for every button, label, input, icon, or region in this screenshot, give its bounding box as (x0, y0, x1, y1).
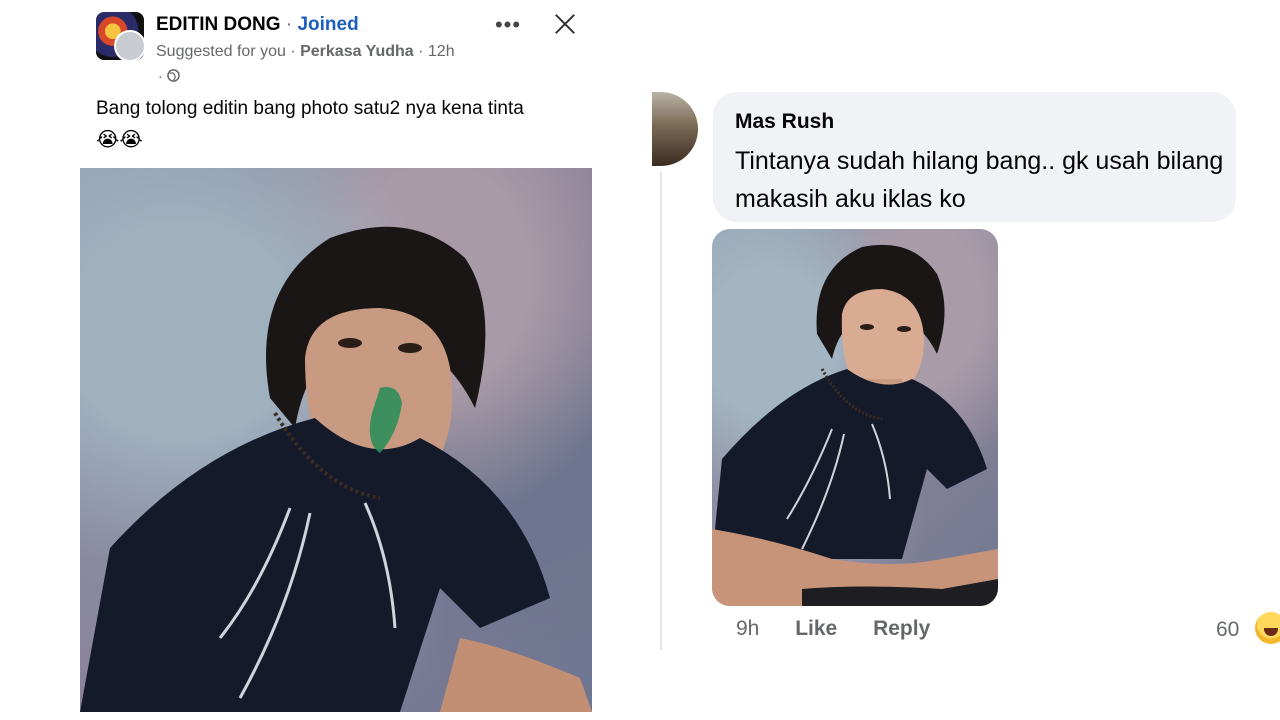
screenshot-canvas: EDITIN DONG · Joined Suggested for you ·… (0, 0, 1280, 720)
suggested-label: Suggested for you (156, 43, 286, 60)
portrait-edited (712, 244, 998, 606)
haha-reaction-icon[interactable] (1255, 612, 1280, 644)
post-meta: Suggested for you · Perkasa Yudha · 12h (156, 43, 455, 61)
profile-badge (114, 30, 144, 60)
post-text: Bang tolong editin bang photo satu2 nya … (96, 98, 524, 119)
post-time[interactable]: 12h (428, 43, 455, 60)
thread-line (660, 172, 662, 650)
comment-time[interactable]: 9h (736, 617, 759, 641)
privacy-separator: · (158, 68, 163, 84)
crying-emoji-pair: 😭😭 (96, 129, 143, 151)
like-button[interactable]: Like (795, 617, 837, 641)
comment-author[interactable]: Mas Rush (735, 110, 834, 134)
post-photo[interactable] (80, 168, 592, 712)
group-header: EDITIN DONG · Joined (156, 14, 359, 36)
portrait-original (80, 226, 592, 712)
header-separator: · (285, 14, 293, 35)
comment-photo[interactable] (712, 229, 998, 606)
meta-separator: · (290, 43, 296, 60)
reaction-count[interactable]: 60 (1216, 618, 1239, 642)
joined-label[interactable]: Joined (297, 14, 358, 35)
more-options-icon[interactable]: ••• (491, 10, 525, 40)
commenter-avatar[interactable] (652, 92, 698, 166)
group-name[interactable]: EDITIN DONG (156, 14, 281, 35)
meta-separator-2: · (418, 43, 424, 60)
comment-bubble: Mas Rush Tintanya sudah hilang bang.. gk… (713, 92, 1236, 222)
privacy-row: · (158, 68, 180, 84)
comment-text: Tintanya sudah hilang bang.. gk usah bil… (735, 147, 1224, 213)
group-post: EDITIN DONG · Joined Suggested for you ·… (76, 0, 596, 720)
globe-icon (166, 68, 180, 84)
comment-actions: 9h Like Reply (736, 617, 930, 641)
group-avatar[interactable] (96, 12, 144, 60)
reply-button[interactable]: Reply (873, 617, 930, 641)
close-icon[interactable] (549, 8, 581, 40)
post-author[interactable]: Perkasa Yudha (300, 43, 414, 60)
